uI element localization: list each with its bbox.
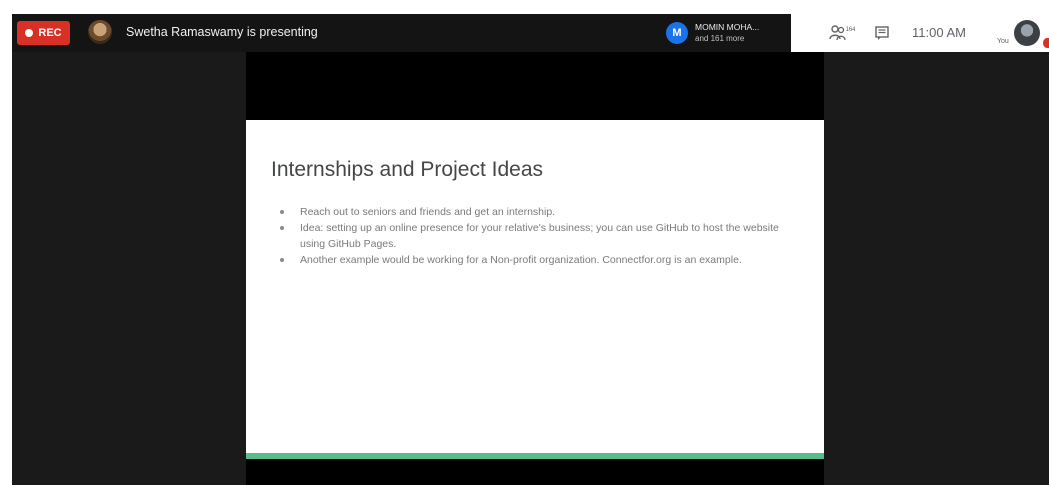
slide-bullet-text: Reach out to seniors and friends and get… bbox=[300, 206, 556, 218]
status-indicator bbox=[1043, 38, 1049, 48]
participant-summary[interactable]: M MOMIN MOHA... and 161 more bbox=[666, 19, 759, 47]
record-dot-icon bbox=[25, 29, 34, 37]
slide-title: Internships and Project Ideas bbox=[271, 158, 543, 181]
clock: 11:00 AM bbox=[912, 25, 966, 40]
participant-name: MOMIN MOHA... bbox=[695, 22, 760, 32]
bullet-dot-icon bbox=[280, 258, 284, 262]
you-label: You bbox=[997, 38, 1009, 45]
top-bar: REC Swetha Ramaswamy is presenting M MOM… bbox=[12, 14, 1049, 52]
participant-more-count: and 161 more bbox=[695, 34, 745, 43]
participant-avatar: M bbox=[666, 22, 688, 44]
presenting-status: Swetha Ramaswamy is presenting bbox=[126, 25, 318, 39]
self-avatar[interactable] bbox=[1014, 20, 1040, 46]
meeting-controls: 164 11:00 AM You bbox=[791, 14, 1049, 52]
slide-bullet: Another example would be working for a N… bbox=[276, 252, 796, 268]
people-icon[interactable]: 164 bbox=[829, 24, 855, 42]
presentation-stage: Internships and Project Ideas Reach out … bbox=[246, 52, 824, 485]
bullet-dot-icon bbox=[280, 210, 284, 214]
slide-bullet: Idea: setting up an online presence for … bbox=[276, 220, 796, 252]
meeting-window: REC Swetha Ramaswamy is presenting M MOM… bbox=[12, 14, 1049, 485]
chat-icon[interactable] bbox=[875, 26, 889, 40]
slide-accent-bar bbox=[246, 453, 824, 459]
slide-bullets: Reach out to seniors and friends and get… bbox=[276, 204, 796, 268]
slide-bullet-text: Another example would be working for a N… bbox=[300, 254, 742, 266]
shared-slide: Internships and Project Ideas Reach out … bbox=[246, 120, 824, 453]
recording-label: REC bbox=[38, 27, 62, 39]
bullet-dot-icon bbox=[280, 226, 284, 230]
slide-bullet: Reach out to seniors and friends and get… bbox=[276, 204, 796, 220]
people-count: 164 bbox=[846, 27, 856, 33]
slide-bullet-text: Idea: setting up an online presence for … bbox=[300, 222, 779, 250]
presenter-avatar bbox=[88, 20, 112, 44]
recording-badge: REC bbox=[17, 21, 70, 45]
